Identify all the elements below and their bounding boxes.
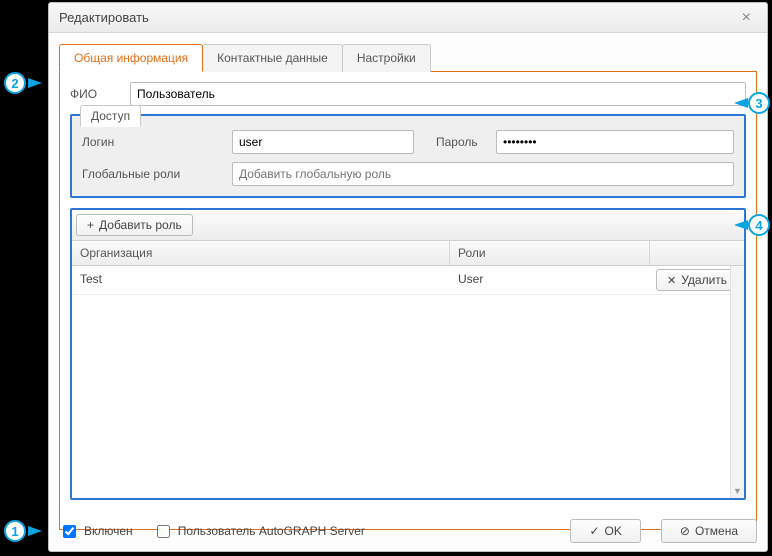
marker-2: 2 [4, 72, 26, 94]
ok-label: OK [605, 524, 622, 538]
table-row[interactable]: Test User ✕ Удалить [72, 266, 744, 295]
dialog-content: Общая информация Контактные данные Настр… [49, 33, 767, 551]
global-roles-label: Глобальные роли [82, 167, 222, 181]
add-role-bar: + Добавить роль [72, 210, 744, 241]
arrow-icon [28, 78, 42, 88]
footer-left: Включен Пользователь AutoGRAPH Server [59, 522, 550, 541]
arrow-icon [734, 98, 748, 108]
chevron-down-icon: ▼ [733, 486, 742, 496]
cell-role: User [450, 266, 650, 294]
edit-dialog: Редактировать × Общая информация Контакт… [48, 2, 768, 552]
login-label: Логин [82, 135, 222, 149]
fio-label: ФИО [70, 87, 120, 101]
fio-input[interactable] [130, 82, 746, 106]
vertical-scrollbar[interactable]: ▼ [730, 266, 744, 498]
marker-4: 4 [748, 214, 770, 236]
tab-body: ФИО Доступ Логин Пароль Глобальные роли [59, 72, 757, 530]
roles-group: + Добавить роль Организация Роли Test Us… [70, 208, 746, 500]
login-row: Логин Пароль [82, 130, 734, 154]
grid-body: Test User ✕ Удалить ▼ [72, 266, 744, 498]
plus-icon: + [87, 218, 94, 232]
fio-row: ФИО [70, 82, 746, 106]
cell-org: Test [72, 266, 450, 294]
autograph-label: Пользователь AutoGRAPH Server [178, 524, 365, 538]
add-role-label: Добавить роль [99, 218, 182, 232]
marker-1: 1 [4, 520, 26, 542]
add-role-button[interactable]: + Добавить роль [76, 214, 193, 236]
tab-settings[interactable]: Настройки [342, 44, 431, 72]
access-group: Доступ Логин Пароль Глобальные роли [70, 114, 746, 198]
enabled-checkbox-wrap[interactable]: Включен [59, 522, 133, 541]
autograph-checkbox[interactable] [157, 525, 170, 538]
cancel-icon: ⊘ [680, 524, 690, 538]
enabled-label: Включен [84, 524, 133, 538]
tab-contact[interactable]: Контактные данные [202, 44, 343, 72]
tab-strip: Общая информация Контактные данные Настр… [59, 43, 757, 72]
close-icon: ✕ [667, 274, 676, 287]
delete-row-button[interactable]: ✕ Удалить [656, 269, 738, 291]
cancel-button[interactable]: ⊘ Отмена [661, 519, 757, 543]
marker-3: 3 [748, 92, 770, 114]
login-input[interactable] [232, 130, 414, 154]
col-org-header[interactable]: Организация [72, 241, 450, 265]
global-roles-input[interactable] [232, 162, 734, 186]
dialog-title: Редактировать [59, 10, 736, 25]
col-delete-header [650, 241, 730, 265]
close-icon[interactable]: × [736, 7, 757, 29]
col-role-header[interactable]: Роли [450, 241, 650, 265]
title-bar: Редактировать × [49, 3, 767, 33]
autograph-checkbox-wrap[interactable]: Пользователь AutoGRAPH Server [153, 522, 365, 541]
password-label: Пароль [436, 135, 486, 149]
access-legend: Доступ [80, 105, 141, 127]
dialog-footer: Включен Пользователь AutoGRAPH Server ✓ … [59, 519, 757, 543]
password-input[interactable] [496, 130, 734, 154]
enabled-checkbox[interactable] [63, 525, 76, 538]
tab-general[interactable]: Общая информация [59, 44, 203, 72]
arrow-icon [28, 526, 42, 536]
cancel-label: Отмена [695, 524, 738, 538]
delete-label: Удалить [681, 273, 727, 287]
arrow-icon [734, 220, 748, 230]
col-scrollbar-header [730, 241, 744, 265]
ok-button[interactable]: ✓ OK [570, 519, 640, 543]
check-icon: ✓ [589, 524, 599, 538]
grid-header: Организация Роли [72, 241, 744, 266]
global-roles-row: Глобальные роли [82, 162, 734, 186]
